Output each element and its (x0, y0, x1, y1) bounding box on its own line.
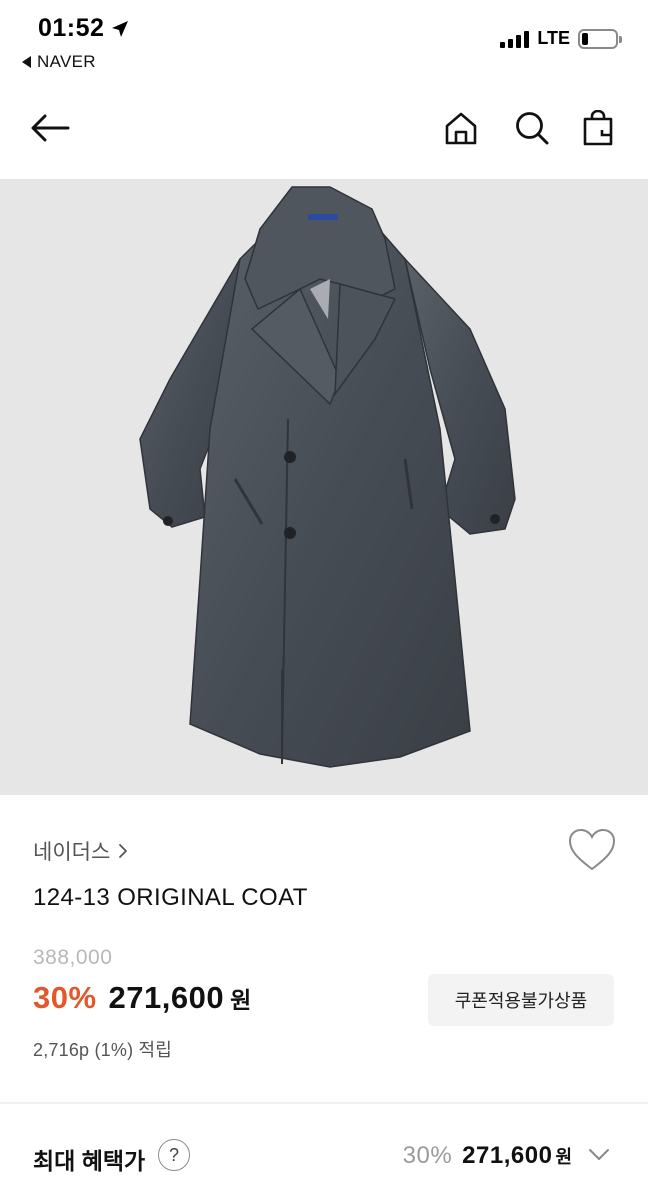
brand-link[interactable]: 네이더스 (33, 836, 128, 866)
back-triangle-icon (22, 56, 31, 68)
chevron-right-icon (119, 844, 128, 858)
back-button[interactable] (26, 104, 74, 152)
coat-illustration (139, 186, 516, 768)
location-arrow-icon (112, 20, 129, 37)
max-benefit-price: 30% 271,600 원 (403, 1142, 572, 1170)
network-type: LTE (537, 28, 570, 48)
back-app-label: NAVER (37, 52, 96, 71)
status-indicators: LTE (500, 28, 622, 49)
question-mark-icon: ? (168, 1144, 179, 1165)
brand-name: 네이더스 (33, 841, 111, 864)
battery-icon (578, 28, 622, 49)
wishlist-button[interactable] (566, 826, 618, 874)
search-icon (516, 112, 549, 145)
home-icon (445, 112, 477, 145)
max-benefit-row[interactable]: 최대 혜택가 ? 30% 271,600 원 (0, 1104, 648, 1200)
search-button[interactable] (508, 104, 556, 152)
shopping-bag-icon (583, 110, 613, 146)
status-bar: 01:52 NAVER LTE (0, 0, 648, 84)
status-time-group: 01:52 (38, 14, 130, 43)
product-image[interactable] (0, 179, 648, 795)
chevron-down-icon[interactable] (588, 1148, 610, 1162)
heart-icon (568, 828, 616, 871)
back-arrow-icon (31, 114, 70, 142)
benefit-amount: 271,600 (462, 1142, 553, 1169)
original-price: 388,000 (33, 946, 113, 969)
sale-price: 271,600 (108, 980, 225, 1015)
discount-rate: 30% (33, 980, 97, 1015)
coupon-unavailable-badge: 쿠폰적용불가상품 (428, 974, 614, 1026)
home-button[interactable] (437, 104, 485, 152)
shopping-bag-button[interactable] (574, 104, 622, 152)
price-row: 30% 271,600 원 (33, 980, 251, 1016)
status-time: 01:52 (38, 14, 105, 42)
currency-unit: 원 (230, 987, 252, 1013)
back-to-app-link[interactable]: NAVER (22, 52, 96, 72)
battery-level (582, 32, 588, 45)
benefit-discount: 30% (402, 1142, 453, 1169)
help-button[interactable]: ? (158, 1139, 190, 1171)
benefit-currency: 원 (555, 1147, 572, 1167)
max-benefit-label: 최대 혜택가 (33, 1148, 146, 1174)
reward-points: 2,716p (1%) 적립 (33, 1040, 172, 1060)
cellular-signal-icon (500, 30, 530, 48)
product-name: 124-13 ORIGINAL COAT (33, 884, 308, 911)
top-nav-bar (0, 88, 648, 170)
